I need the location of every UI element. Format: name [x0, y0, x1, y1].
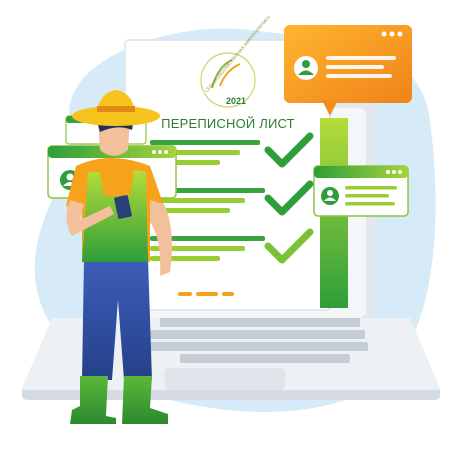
orange-chat-bubble — [284, 25, 412, 116]
user-avatar-icon — [321, 187, 339, 205]
user-avatar-icon — [294, 56, 318, 80]
form-pagination-dots — [178, 292, 234, 296]
logo-year: 2021 — [226, 96, 246, 106]
farmer-hat-band — [97, 106, 135, 112]
window-dots-icon — [152, 150, 168, 154]
touchpad — [165, 368, 285, 390]
form-title: ПЕРЕПИСНОЙ ЛИСТ — [161, 116, 295, 131]
green-chat-card — [313, 165, 409, 217]
window-dots-icon — [381, 31, 403, 37]
window-dots-icon — [386, 170, 402, 174]
census-illustration: СЕЛЬСКОХОЗЯЙСТВЕННАЯ МИКРОПЕРЕПИСЬ 2021 … — [21, 14, 441, 424]
